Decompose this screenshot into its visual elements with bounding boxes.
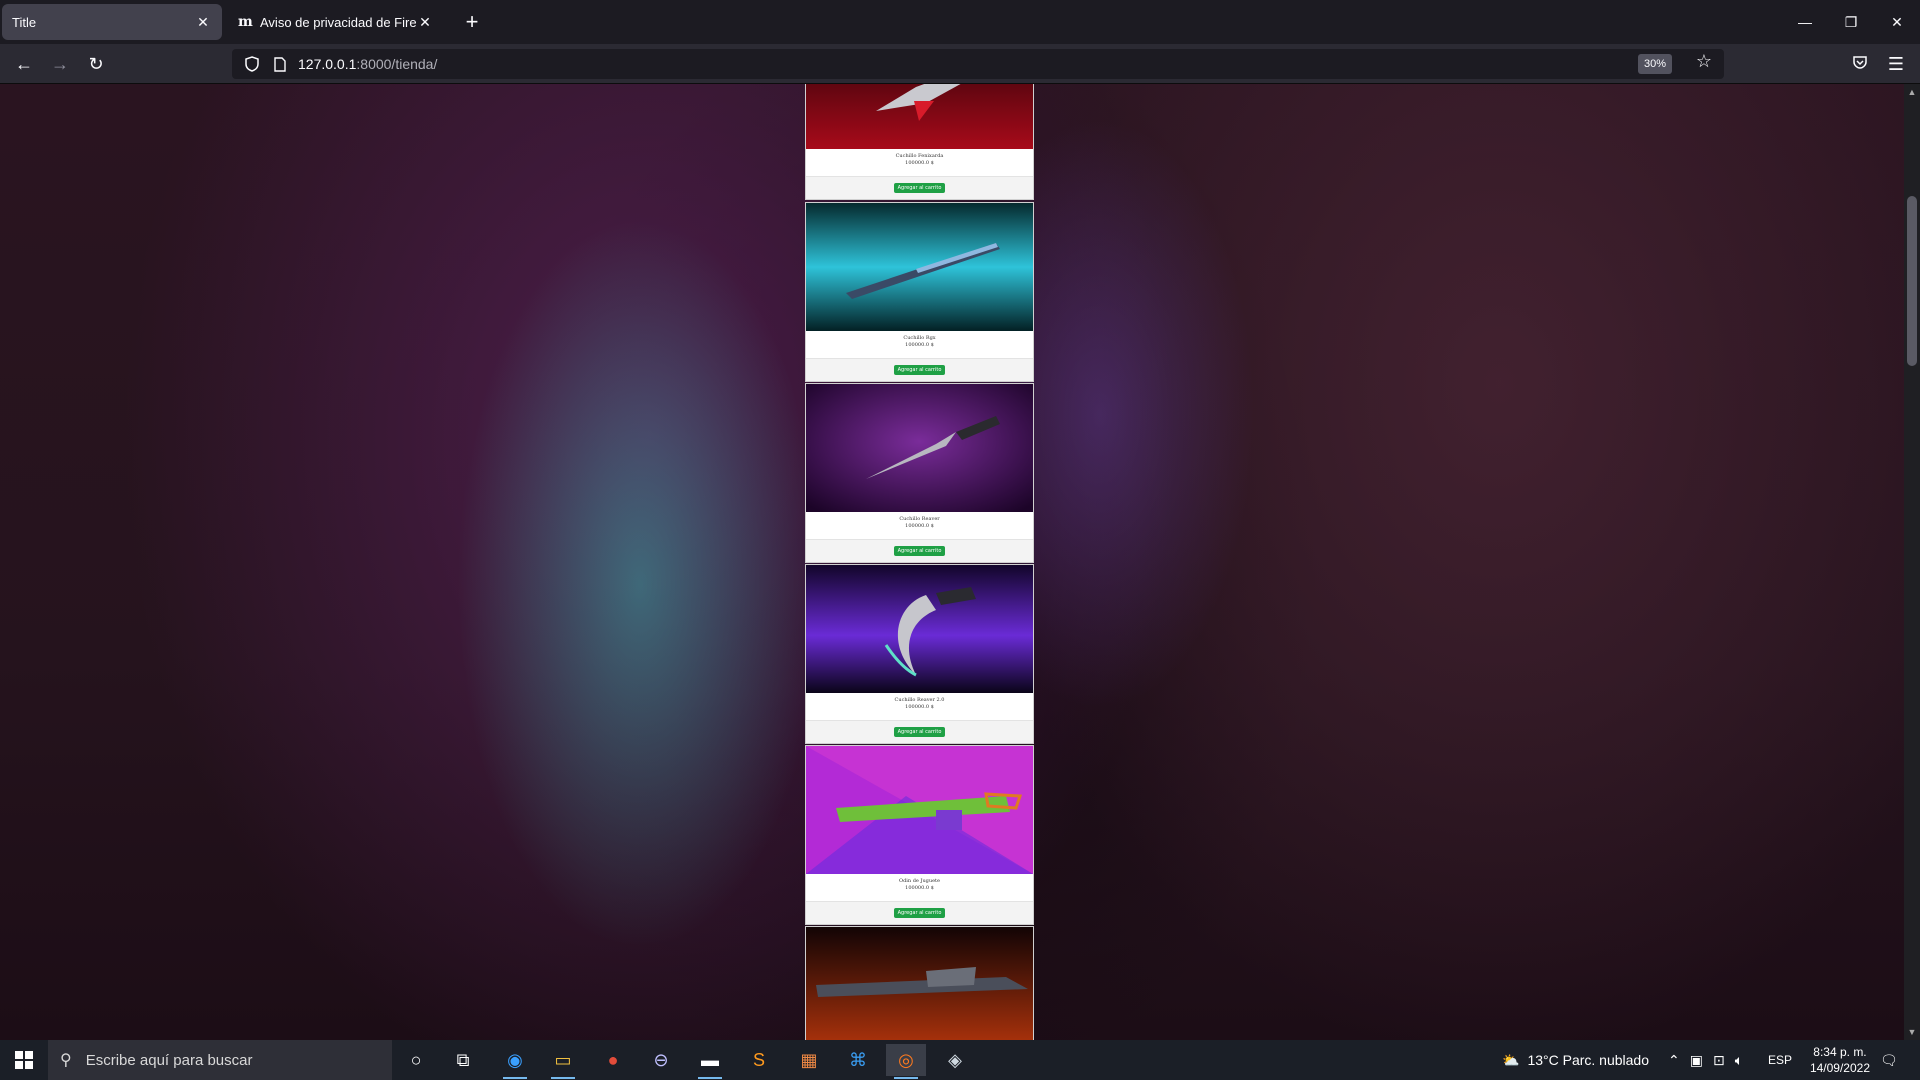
chevron-up-icon[interactable]: ⌃ [1668, 1052, 1680, 1069]
add-to-cart-button[interactable]: Agregar al carrito [893, 908, 946, 918]
add-to-cart-button[interactable]: Agregar al carrito [893, 546, 946, 556]
weather[interactable]: ⛅ 13°C Parc. nublado [1502, 1040, 1649, 1080]
add-to-cart-button[interactable]: Agregar al carrito [893, 727, 946, 737]
app-icon[interactable]: ▦ [789, 1044, 829, 1076]
back-button[interactable]: ← [10, 50, 38, 78]
tab-label: Aviso de privacidad de Firefox — [260, 14, 416, 30]
search-placeholder: Escribe aquí para buscar [85, 1051, 253, 1069]
reload-button[interactable]: ↻ [82, 50, 110, 78]
language-indicator[interactable]: ESP [1768, 1040, 1792, 1080]
product-image [806, 746, 1033, 874]
clock-time: 8:34 p. m. [1813, 1045, 1867, 1059]
bookmark-star-icon[interactable]: ☆ [1696, 51, 1712, 72]
product-price: 100000.0 $ [905, 885, 934, 891]
url-bar[interactable]: 127.0.0.1:8000/tienda/ 30% ☆ [232, 49, 1724, 79]
url-path: :8000/tienda/ [356, 56, 438, 72]
edge-icon[interactable]: ◉ [495, 1044, 535, 1079]
add-to-cart-button[interactable]: Agregar al carrito [893, 365, 946, 375]
product-info: Cuchillo Fenixarda 100000.0 $ [806, 149, 1033, 177]
nav-bar: ← → ↻ 127.0.0.1:8000/tienda/ 30% ☆ ☰ [0, 44, 1920, 84]
menu-icon[interactable]: ☰ [1882, 50, 1910, 78]
product-footer: Agregar al carrito [806, 177, 1033, 199]
minimize-button[interactable]: — [1782, 0, 1828, 44]
product-footer: Agregar al carrito [806, 721, 1033, 743]
product-image [806, 565, 1033, 693]
product-info: Cuchillo Reaver 2.0 100000.0 $ [806, 693, 1033, 721]
close-tab-icon[interactable]: ✕ [194, 13, 212, 31]
product-info: Cuchillo Reaver 100000.0 $ [806, 512, 1033, 540]
forward-button[interactable]: → [46, 50, 74, 78]
scroll-down-icon[interactable]: ▼ [1904, 1024, 1920, 1040]
tray-icons[interactable]: ⌃ ▣ ⊡ 🔈︎ [1668, 1040, 1743, 1080]
product-card: Cuchillo Rgx 100000.0 $ Agregar al carri… [805, 202, 1034, 382]
weather-text: 13°C Parc. nublado [1527, 1052, 1650, 1068]
mozilla-icon: m [238, 14, 253, 30]
product-image [806, 203, 1033, 331]
chrome-icon[interactable]: ● [593, 1044, 633, 1076]
new-tab-button[interactable]: + [458, 8, 486, 36]
product-footer: Agregar al carrito [806, 359, 1033, 381]
file-explorer-icon[interactable]: ▭ [543, 1044, 583, 1079]
product-name: Odin de Juguete [898, 878, 941, 884]
sublime-icon[interactable]: S [739, 1044, 779, 1076]
zoom-indicator[interactable]: 30% [1637, 54, 1672, 74]
meet-icon[interactable]: ▣ [1690, 1052, 1703, 1069]
terminal-icon[interactable]: ▬ [690, 1044, 730, 1079]
product-name: Cuchillo Rgx [903, 335, 936, 341]
product-card [805, 926, 1034, 1040]
product-price: 100000.0 $ [905, 342, 934, 348]
weather-cloud-icon: ⛅ [1502, 1051, 1520, 1068]
product-price: 100000.0 $ [905, 523, 934, 529]
scroll-thumb[interactable] [1907, 196, 1917, 366]
taskbar-search[interactable]: ⚲ Escribe aquí para buscar [48, 1040, 392, 1080]
product-card: Odin de Juguete 100000.0 $ Agregar al ca… [805, 745, 1034, 925]
page-scrollbar[interactable]: ▲ ▼ [1904, 84, 1920, 1040]
task-view-icon[interactable]: ⧉ [443, 1044, 483, 1076]
product-info: Cuchillo Rgx 100000.0 $ [806, 331, 1033, 359]
product-name: Cuchillo Fenixarda [895, 153, 944, 159]
product-image [806, 84, 1033, 149]
product-card: Cuchillo Fenixarda 100000.0 $ Agregar al… [805, 84, 1034, 200]
taskbar: ⚲ Escribe aquí para buscar ○ ⧉ ◉ ▭ ● ⊖ ▬… [0, 1040, 1920, 1080]
windows-start-icon[interactable] [0, 1040, 48, 1080]
scroll-up-icon[interactable]: ▲ [1904, 84, 1920, 100]
product-info: Odin de Juguete 100000.0 $ [806, 874, 1033, 902]
vscode-icon[interactable]: ⌘ [838, 1044, 878, 1076]
tab-active[interactable]: Title ✕ [2, 4, 222, 40]
app-icon[interactable]: ⊖ [641, 1044, 681, 1076]
url-host: 127.0.0.1 [298, 56, 357, 72]
page-viewport: Cuchillo Fenixarda 100000.0 $ Agregar al… [0, 84, 1904, 1040]
tab-label: Title [12, 14, 37, 30]
cortana-icon[interactable]: ○ [396, 1044, 436, 1076]
notification-icon[interactable]: 🗨︎ [1880, 1040, 1898, 1080]
pocket-icon[interactable] [1846, 50, 1874, 78]
product-card: Cuchillo Reaver 100000.0 $ Agregar al ca… [805, 383, 1034, 563]
network-icon[interactable]: ⊡ [1713, 1052, 1725, 1069]
tab-bar: Title ✕ m Aviso de privacidad de Firefox… [0, 0, 1920, 44]
add-to-cart-button[interactable]: Agregar al carrito [893, 183, 946, 193]
search-icon: ⚲ [60, 1052, 72, 1069]
product-image [806, 927, 1033, 1040]
shield-icon[interactable] [242, 54, 262, 74]
product-name: Cuchillo Reaver [899, 516, 940, 522]
close-window-button[interactable]: ✕ [1874, 0, 1920, 44]
app-icon[interactable]: ◈ [935, 1044, 975, 1076]
product-price: 100000.0 $ [905, 160, 934, 166]
page-icon[interactable] [270, 54, 290, 74]
firefox-icon[interactable]: ◎ [886, 1044, 926, 1079]
product-footer: Agregar al carrito [806, 540, 1033, 562]
product-price: 100000.0 $ [905, 704, 934, 710]
clock-date: 14/09/2022 [1809, 1061, 1870, 1075]
product-name: Cuchillo Reaver 2.0 [894, 697, 945, 703]
volume-icon[interactable]: 🔈︎ [1735, 1052, 1743, 1069]
restore-button[interactable]: ❐ [1828, 0, 1874, 44]
tab-privacy[interactable]: m Aviso de privacidad de Firefox — ✕ [228, 4, 444, 40]
product-image [806, 384, 1033, 512]
product-footer: Agregar al carrito [806, 902, 1033, 924]
product-card: Cuchillo Reaver 2.0 100000.0 $ Agregar a… [805, 564, 1034, 744]
close-tab-icon[interactable]: ✕ [416, 13, 434, 31]
clock[interactable]: 8:34 p. m. 14/09/2022 [1810, 1044, 1870, 1076]
